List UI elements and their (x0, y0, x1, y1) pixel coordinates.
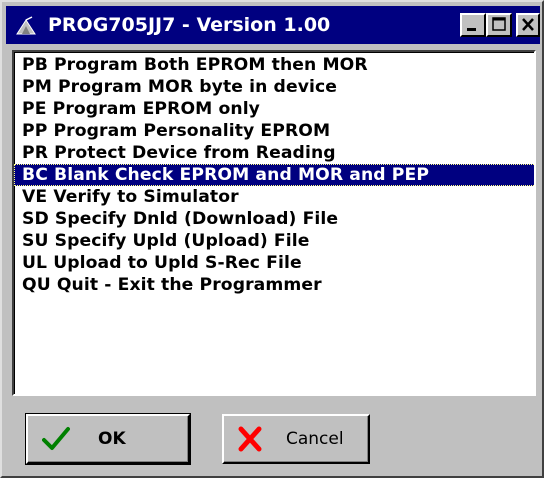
list-item[interactable]: UL Upload to Upld S-Rec File (18, 252, 534, 274)
minimize-icon (467, 28, 476, 31)
list-item[interactable]: PB Program Both EPROM then MOR (18, 54, 534, 76)
checkmark-icon (42, 427, 70, 450)
cancel-button[interactable]: Cancel (222, 414, 370, 464)
list-item[interactable]: PR Protect Device from Reading (18, 142, 534, 164)
close-icon (522, 18, 534, 31)
list-item[interactable]: QU Quit - Exit the Programmer (18, 274, 534, 296)
dialog-window: PROG705JJ7 - Version 1.00 PB Program Bot… (0, 0, 544, 478)
programmer-app-icon[interactable] (14, 14, 38, 38)
close-button[interactable] (516, 13, 540, 37)
list-item[interactable]: VE Verify to Simulator (18, 186, 534, 208)
list-item[interactable]: SU Specify Upld (Upload) File (18, 230, 534, 252)
ok-button[interactable]: OK (25, 413, 191, 465)
window-title: PROG705JJ7 - Version 1.00 (48, 14, 331, 36)
title-bar[interactable]: PROG705JJ7 - Version 1.00 (6, 6, 540, 44)
list-item[interactable]: PP Program Personality EPROM (18, 120, 534, 142)
ok-button-label: OK (98, 429, 126, 449)
maximize-icon (492, 17, 506, 31)
command-listbox[interactable]: PB Program Both EPROM then MOR PM Progra… (12, 50, 536, 396)
command-list: PB Program Both EPROM then MOR PM Progra… (14, 54, 534, 296)
maximize-button[interactable] (486, 13, 512, 37)
cancel-button-label: Cancel (286, 429, 344, 449)
list-item[interactable]: PE Program EPROM only (18, 98, 534, 120)
list-item[interactable]: SD Specify Dnld (Download) File (18, 208, 534, 230)
x-cross-icon (238, 426, 262, 452)
list-item-selected[interactable]: BC Blank Check EPROM and MOR and PEP (14, 164, 534, 186)
minimize-button[interactable] (460, 13, 486, 37)
list-item[interactable]: PM Program MOR byte in device (18, 76, 534, 98)
